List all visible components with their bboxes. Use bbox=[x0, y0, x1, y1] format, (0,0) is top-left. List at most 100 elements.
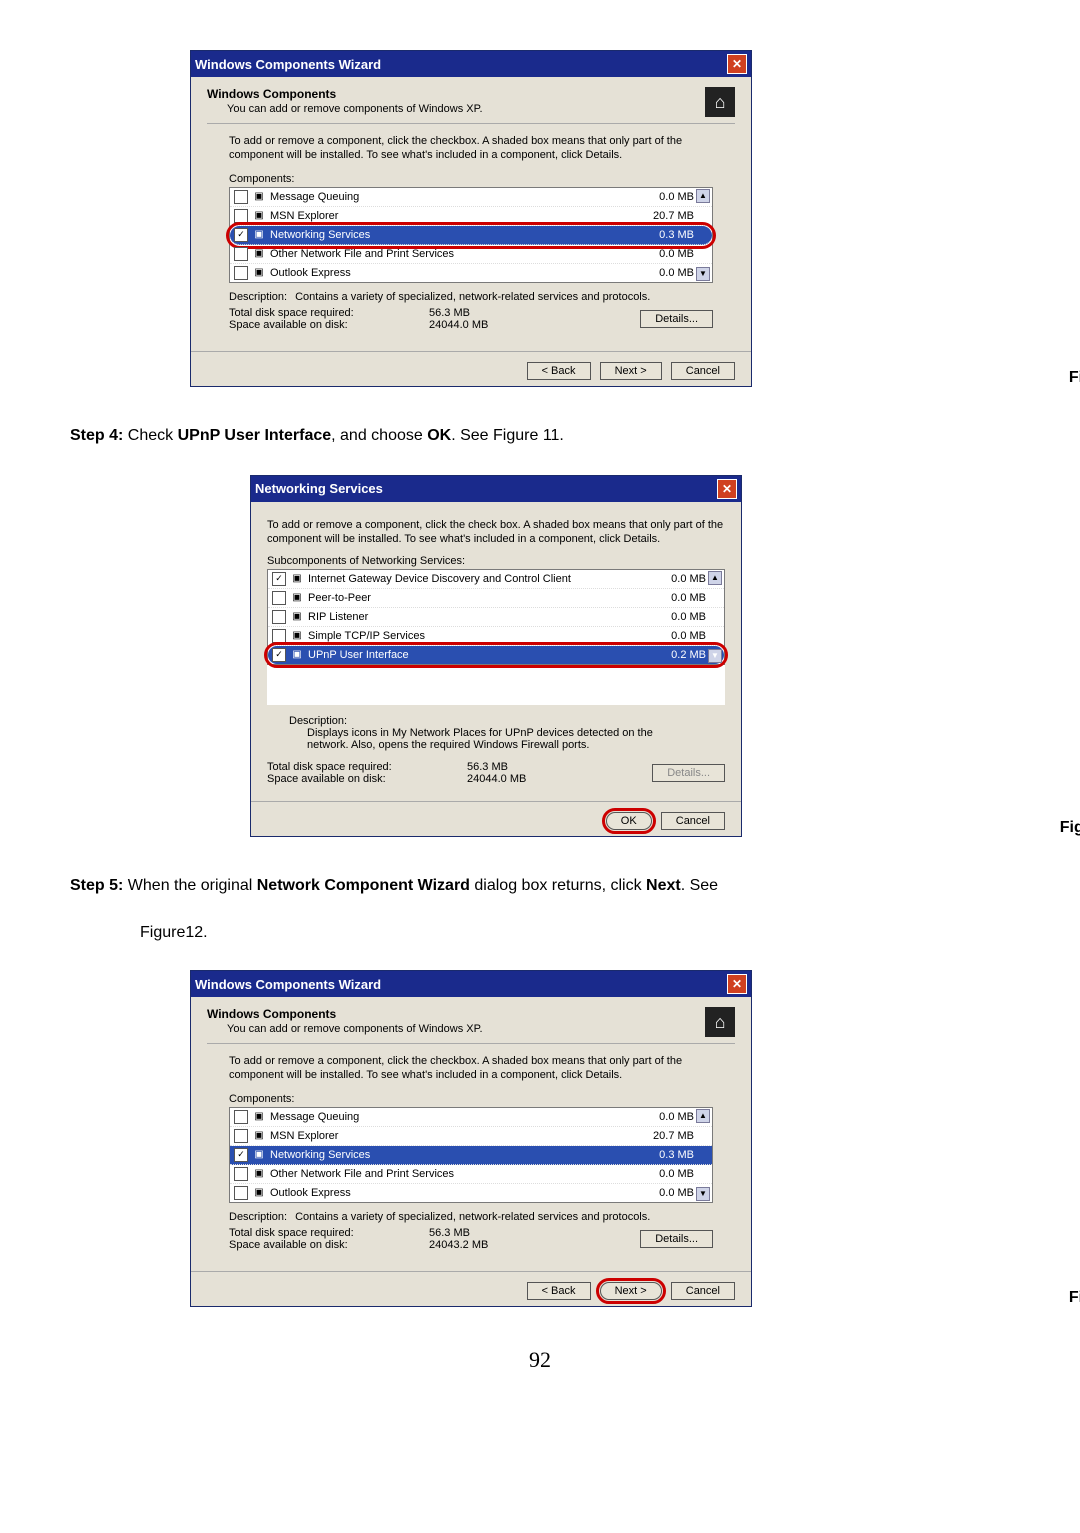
item-size: 0.3 MB bbox=[659, 229, 694, 241]
checkbox-icon[interactable] bbox=[234, 190, 248, 204]
close-icon[interactable]: ✕ bbox=[727, 54, 747, 74]
next-button[interactable]: Next > bbox=[600, 362, 662, 380]
figure-12-wrap: Windows Components Wizard ✕ Windows Comp… bbox=[190, 970, 1010, 1307]
checkbox-icon[interactable] bbox=[234, 228, 248, 242]
header-icon: ⌂ bbox=[705, 87, 735, 117]
component-icon: ▣ bbox=[252, 209, 266, 223]
disk-available-label: Space available on disk: bbox=[267, 773, 467, 785]
scroll-down-icon[interactable]: ▼ bbox=[708, 649, 722, 663]
disk-available-value: 24043.2 MB bbox=[429, 1239, 488, 1251]
step5-prefix: Step 5: bbox=[70, 877, 123, 894]
titlebar: Windows Components Wizard ✕ bbox=[191, 971, 751, 997]
description-text: Contains a variety of specialized, netwo… bbox=[295, 291, 650, 303]
page-number: 92 bbox=[70, 1347, 1010, 1373]
checkbox-icon[interactable] bbox=[234, 1167, 248, 1181]
disk-required-label: Total disk space required: bbox=[267, 761, 467, 773]
disk-required-label: Total disk space required: bbox=[229, 307, 429, 319]
header-title: Windows Components bbox=[207, 1007, 483, 1021]
component-icon: ▣ bbox=[290, 591, 304, 605]
list-item[interactable]: ▣Other Network File and Print Services0.… bbox=[230, 1165, 712, 1184]
component-icon: ▣ bbox=[252, 1167, 266, 1181]
details-button[interactable]: Details... bbox=[640, 1230, 713, 1248]
disk-required-value: 56.3 MB bbox=[429, 307, 470, 319]
cancel-button[interactable]: Cancel bbox=[671, 1282, 735, 1300]
checkbox-icon[interactable] bbox=[272, 610, 286, 624]
step4-prefix: Step 4: bbox=[70, 427, 123, 444]
list-item[interactable]: ▣MSN Explorer20.7 MB bbox=[230, 207, 712, 226]
scroll-down-icon[interactable]: ▼ bbox=[696, 267, 710, 281]
checkbox-icon[interactable] bbox=[234, 247, 248, 261]
item-name: Other Network File and Print Services bbox=[270, 248, 454, 260]
disk-available-label: Space available on disk: bbox=[229, 319, 429, 331]
list-item[interactable]: ▣Other Network File and Print Services0.… bbox=[230, 245, 712, 264]
windows-components-wizard-dialog: Windows Components Wizard ✕ Windows Comp… bbox=[190, 50, 752, 387]
components-listbox[interactable]: ▣Message Queuing0.0 MB▲ ▣ MSN Explorer 20.7… bbox=[229, 1107, 713, 1203]
checkbox-icon[interactable] bbox=[272, 629, 286, 643]
component-icon: ▣ bbox=[290, 572, 304, 586]
checkbox-icon[interactable] bbox=[272, 572, 286, 586]
step-5-text: Step 5: When the original Network Compon… bbox=[70, 867, 1010, 905]
figure-10-label: Figure 10 bbox=[1069, 369, 1080, 387]
scroll-up-icon[interactable]: ▲ bbox=[696, 1109, 710, 1123]
cancel-button[interactable]: Cancel bbox=[661, 812, 725, 830]
details-button[interactable]: Details... bbox=[640, 310, 713, 328]
disk-available-label: Space available on disk: bbox=[229, 1239, 429, 1251]
close-icon[interactable]: ✕ bbox=[727, 974, 747, 994]
list-item[interactable]: ▣Message Queuing0.0 MB▲ bbox=[230, 1108, 712, 1127]
windows-components-wizard-dialog-2: Windows Components Wizard ✕ Windows Comp… bbox=[190, 970, 752, 1307]
component-icon: ▣ bbox=[252, 266, 266, 280]
header-subtitle: You can add or remove components of Wind… bbox=[227, 1023, 483, 1035]
scroll-up-icon[interactable]: ▲ bbox=[696, 189, 710, 203]
item-name: MSN Explorer bbox=[270, 1130, 338, 1142]
list-item[interactable]: ▣Outlook Express0.0 MB▼ bbox=[230, 264, 712, 282]
subcomponents-label: Subcomponents of Networking Services: bbox=[267, 555, 725, 567]
back-button[interactable]: < Back bbox=[527, 1282, 591, 1300]
list-item[interactable]: ▣Networking Services0.3 MB bbox=[230, 226, 712, 245]
figure-12-label: Figure 12 bbox=[1069, 1289, 1080, 1307]
checkbox-icon[interactable] bbox=[234, 1186, 248, 1200]
list-item[interactable]: ▣Message Queuing0.0 MB▲ bbox=[230, 188, 712, 207]
item-size: 0.2 MB bbox=[671, 649, 706, 661]
component-icon: ▣ bbox=[290, 610, 304, 624]
item-name: Networking Services bbox=[270, 229, 370, 241]
list-item[interactable]: ▣ Peer-to-Peer 0.0 MB bbox=[268, 589, 724, 608]
close-icon[interactable]: ✕ bbox=[717, 479, 737, 499]
list-item[interactable]: ▣MSN Explorer20.7 MB bbox=[230, 1127, 712, 1146]
components-listbox[interactable]: ▣Message Queuing0.0 MB▲▣MSN Explorer20.7… bbox=[229, 187, 713, 283]
list-item[interactable]: ▣UPnP User Interface0.2 MB▼ bbox=[268, 646, 724, 664]
list-item[interactable]: ▣Outlook Express0.0 MB▼ bbox=[230, 1184, 712, 1202]
title-text: Networking Services bbox=[255, 481, 383, 496]
checkbox-icon[interactable] bbox=[234, 266, 248, 280]
instructions-text: To add or remove a component, click the … bbox=[229, 1054, 713, 1083]
item-size: 0.0 MB bbox=[659, 191, 694, 203]
component-icon: ▣ bbox=[252, 1186, 266, 1200]
checkbox-icon[interactable] bbox=[234, 1148, 248, 1162]
checkbox-icon[interactable] bbox=[272, 591, 286, 605]
disk-required-value: 56.3 MB bbox=[467, 761, 508, 773]
item-size: 20.7 MB bbox=[653, 1130, 694, 1142]
title-text: Windows Components Wizard bbox=[195, 977, 381, 992]
list-item[interactable]: ▣Internet Gateway Device Discovery and C… bbox=[268, 570, 724, 589]
back-button[interactable]: < Back bbox=[527, 362, 591, 380]
checkbox-icon[interactable] bbox=[234, 1129, 248, 1143]
subcomponents-listbox[interactable]: ▣Internet Gateway Device Discovery and C… bbox=[267, 569, 725, 665]
item-size: 0.0 MB bbox=[671, 592, 706, 604]
disk-required-value: 56.3 MB bbox=[429, 1227, 470, 1239]
item-name: MSN Explorer bbox=[270, 210, 338, 222]
checkbox-icon[interactable] bbox=[234, 209, 248, 223]
item-name: Outlook Express bbox=[270, 267, 351, 279]
list-item[interactable]: ▣Networking Services0.3 MB bbox=[230, 1146, 712, 1165]
disk-available-value: 24044.0 MB bbox=[429, 319, 488, 331]
next-button[interactable]: Next > bbox=[600, 1282, 662, 1300]
list-item[interactable]: ▣RIP Listener0.0 MB bbox=[268, 608, 724, 627]
titlebar: Windows Components Wizard ✕ bbox=[191, 51, 751, 77]
scroll-up-icon[interactable]: ▲ bbox=[708, 571, 722, 585]
item-size: 0.0 MB bbox=[671, 611, 706, 623]
ok-button[interactable]: OK bbox=[606, 812, 652, 830]
list-item[interactable]: ▣Simple TCP/IP Services0.0 MB bbox=[268, 627, 724, 646]
cancel-button[interactable]: Cancel bbox=[671, 362, 735, 380]
scroll-down-icon[interactable]: ▼ bbox=[696, 1187, 710, 1201]
item-name: Peer-to-Peer bbox=[308, 592, 371, 604]
checkbox-icon[interactable] bbox=[272, 648, 286, 662]
checkbox-icon[interactable] bbox=[234, 1110, 248, 1124]
